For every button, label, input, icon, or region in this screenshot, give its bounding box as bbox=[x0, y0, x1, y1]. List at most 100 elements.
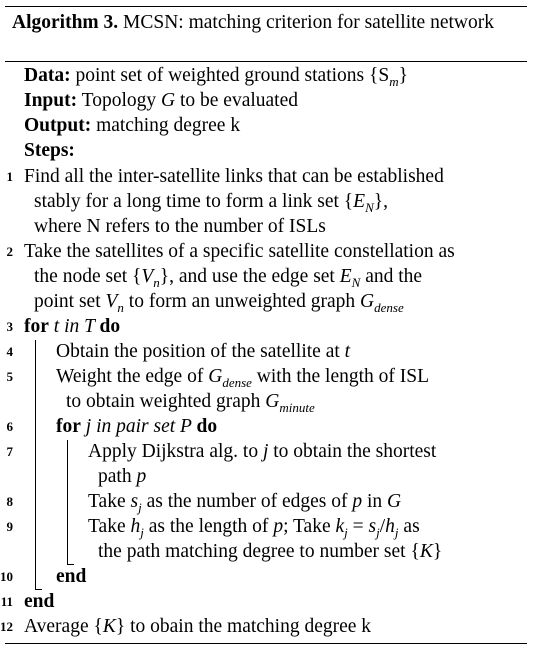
step-1-line-a: Find all the inter-satellite links that … bbox=[24, 164, 444, 189]
step-5-var: G bbox=[208, 366, 223, 387]
step-2-var3: V bbox=[105, 291, 118, 312]
input-label: Input: bbox=[24, 90, 78, 111]
step-7-text-a: Apply Dijkstra alg. to bbox=[88, 441, 263, 462]
step-9-post2: } bbox=[432, 541, 443, 562]
step-9-var3: k bbox=[335, 516, 345, 537]
line-number: 8 bbox=[6, 494, 14, 509]
step-5-line-a: Weight the edge of Gdense with the lengt… bbox=[56, 364, 429, 389]
line-number: 7 bbox=[6, 444, 14, 459]
caption-rule bbox=[5, 61, 527, 62]
step-7-text-b: path bbox=[98, 466, 137, 487]
data-line: Data: point set of weighted ground stati… bbox=[24, 63, 408, 88]
inner-for-keyword: for bbox=[56, 416, 81, 437]
line-number: 9 bbox=[6, 519, 14, 534]
step-1-var: E bbox=[353, 191, 366, 212]
step-2-line-b: the node set {Vn}, and use the edge set … bbox=[34, 264, 422, 289]
step-12-text: Average { bbox=[24, 616, 103, 637]
outer-end-keyword: end bbox=[24, 591, 55, 612]
algorithm-caption: Algorithm 3. MCSN: matching criterion fo… bbox=[12, 10, 512, 35]
output-label: Output: bbox=[24, 115, 92, 136]
caption-label: Algorithm 3. bbox=[12, 12, 119, 33]
step-9-post: as bbox=[398, 516, 420, 537]
step-1-sub: N bbox=[365, 199, 374, 215]
line-number: 6 bbox=[6, 419, 14, 434]
step-7-line-a: Apply Dijkstra alg. to j to obtain the s… bbox=[88, 439, 436, 464]
step-1-text-b: stably for a long time to form a link se… bbox=[34, 191, 354, 212]
step-9-line-b: the path matching degree to number set {… bbox=[98, 539, 442, 564]
step-9-mid: as the length of bbox=[143, 516, 274, 537]
input-tail: to be evaluated bbox=[175, 90, 298, 111]
step-12-var: K bbox=[102, 616, 116, 637]
step-4-line: Obtain the position of the satellite at … bbox=[56, 339, 350, 364]
line-number: 2 bbox=[6, 244, 14, 259]
data-label: Data: bbox=[24, 65, 71, 86]
line-number: 4 bbox=[6, 344, 14, 359]
step-1-line-b: stably for a long time to form a link se… bbox=[34, 189, 388, 214]
step-8-line: Take sj as the number of edges of p in G bbox=[88, 489, 401, 514]
step-9-text: Take bbox=[88, 516, 131, 537]
step-1-text-a: Find all the inter-satellite links that … bbox=[24, 166, 444, 187]
step-9-var: h bbox=[130, 516, 141, 537]
step-9-text-b: the path matching degree to number set { bbox=[98, 541, 420, 562]
steps-line: Steps: bbox=[24, 138, 75, 163]
input-line: Input: Topology G to be evaluated bbox=[24, 88, 298, 113]
step-5-text-b: to obtain weighted graph bbox=[66, 391, 266, 412]
step-9-mid2: ; Take bbox=[283, 516, 336, 537]
step-2-text-b: the node set { bbox=[34, 266, 142, 287]
step-1-text-c: where N refers to the number of ISLs bbox=[34, 216, 326, 237]
step-12-post: } to obain the matching degree k bbox=[115, 616, 372, 637]
line-number: 3 bbox=[6, 319, 14, 334]
steps-label: Steps: bbox=[24, 140, 75, 161]
step-7-var2: p bbox=[136, 466, 147, 487]
step-8-var2: p bbox=[352, 491, 363, 512]
step-12-line: Average {K} to obain the matching degree… bbox=[24, 614, 371, 639]
inner-end-keyword: end bbox=[56, 566, 87, 587]
step-5-post: with the length of ISL bbox=[251, 366, 430, 387]
step-10-line: end bbox=[56, 564, 86, 589]
step-2-var2: E bbox=[339, 266, 352, 287]
step-2-mid: }, and use the edge set bbox=[159, 266, 340, 287]
step-1-post: }, bbox=[373, 191, 388, 212]
input-text: Topology bbox=[77, 90, 161, 111]
step-5-sub2: minute bbox=[279, 399, 315, 415]
data-close: } bbox=[398, 65, 408, 86]
step-6-line: for j in pair set P do bbox=[56, 414, 217, 439]
output-text: matching degree k bbox=[91, 115, 241, 136]
step-3-var: t in T bbox=[48, 316, 100, 337]
inner-do-keyword: do bbox=[196, 416, 218, 437]
step-2-text-a: Take the satellites of a specific satell… bbox=[24, 241, 455, 262]
step-2-mid2: to form an unweighted graph bbox=[123, 291, 361, 312]
step-4-text: Obtain the position of the satellite at bbox=[56, 341, 345, 362]
line-number: 11 bbox=[0, 594, 13, 609]
step-8-text: Take bbox=[88, 491, 131, 512]
step-2-text-c: point set bbox=[34, 291, 106, 312]
output-line: Output: matching degree k bbox=[24, 113, 240, 138]
step-9-var6: K bbox=[419, 541, 433, 562]
inner-loop-bar bbox=[67, 440, 68, 564]
data-sub: m bbox=[389, 73, 399, 89]
step-8-mid: as the number of edges of bbox=[141, 491, 353, 512]
outer-loop-bar bbox=[35, 340, 36, 589]
step-2-line-c: point set Vn to form an unweighted graph… bbox=[34, 289, 404, 314]
step-8-mid2: in bbox=[362, 491, 388, 512]
step-5-line-b: to obtain weighted graph Gminute bbox=[66, 389, 315, 414]
step-5-var2: G bbox=[265, 391, 280, 412]
line-number: 12 bbox=[0, 619, 13, 634]
step-2-var: V bbox=[141, 266, 154, 287]
for-keyword: for bbox=[24, 316, 49, 337]
data-text: point set of weighted ground stations {S bbox=[70, 65, 390, 86]
step-9-var2: p bbox=[273, 516, 284, 537]
step-5-sub: dense bbox=[222, 374, 252, 390]
step-3-line: for t in T do bbox=[24, 314, 120, 339]
step-8-var3: G bbox=[387, 491, 402, 512]
step-2-line-a: Take the satellites of a specific satell… bbox=[24, 239, 455, 264]
step-11-line: end bbox=[24, 589, 54, 614]
line-number: 1 bbox=[6, 169, 14, 184]
step-2-sub4: dense bbox=[374, 299, 404, 315]
input-var: G bbox=[161, 90, 176, 111]
bottom-rule bbox=[5, 643, 527, 644]
step-9-var4: s bbox=[368, 516, 377, 537]
step-6-var: j in pair set P bbox=[80, 416, 197, 437]
step-7-post: to obtain the shortest bbox=[268, 441, 437, 462]
step-8-var: s bbox=[130, 491, 139, 512]
